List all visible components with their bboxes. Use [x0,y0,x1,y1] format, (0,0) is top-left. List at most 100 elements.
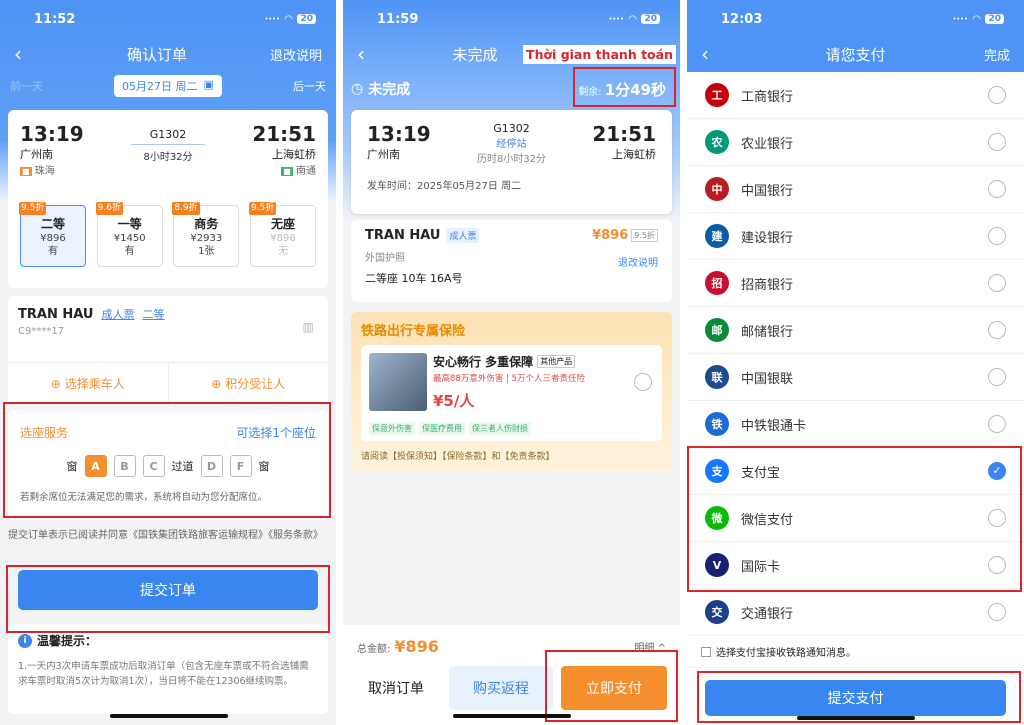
payment-option[interactable]: 中中国银行 [687,166,1024,213]
add-passenger-button[interactable]: ⊕ 选择乘车人 [8,363,169,404]
radio-icon[interactable] [988,274,1006,292]
date-picker[interactable]: 05月27日 周二 ▣ [114,75,222,97]
seat-class-price: ¥896 [40,233,66,244]
radio-icon[interactable] [988,368,1006,386]
seat-b[interactable]: B [113,455,136,477]
checked-radio-icon[interactable]: ✓ [988,462,1006,480]
train-card: 13:19 广州南 ■ 珠海 G1302 8小时32分 21:51 上海虹桥 ■… [8,110,328,288]
payment-option[interactable]: 邮邮储银行 [687,307,1024,354]
seat-d[interactable]: D [200,455,223,477]
insurance-name: 安心畅行 多重保障 [433,355,534,369]
points-transfer-button[interactable]: ⊕ 积分受让人 [169,363,329,404]
prev-day-button[interactable]: 前一天 [10,78,43,94]
radio-icon[interactable] [988,227,1006,245]
seat-class[interactable]: 二等 [142,306,164,322]
detail-toggle[interactable]: 明细 ^ [634,639,666,654]
done-button[interactable]: 完成 [980,45,1010,64]
seat-c[interactable]: C [142,455,165,477]
payment-option[interactable]: 建建设银行 [687,213,1024,260]
ticket-type[interactable]: 成人票 [101,306,134,322]
id-document: 外国护照 [365,253,405,264]
arrival-station[interactable]: 上海虹桥 [592,146,656,162]
seat-class-price: ¥2933 [190,233,223,244]
stop-badge: ■ [20,167,32,176]
radio-icon[interactable] [988,180,1006,198]
refund-rules-link[interactable]: 退改说明 [270,45,322,64]
seat-class-option[interactable]: 9.5折 二等 ¥896 有 [19,202,86,267]
insurance-tags: 保意外伤害 保医疗费用 保三者人伤财损 [369,422,531,435]
radio-icon[interactable] [988,133,1006,151]
seat-f[interactable]: F [229,455,252,477]
cancel-order-button[interactable]: 取消订单 [343,678,449,698]
back-arrow-icon[interactable]: ‹ [701,42,731,66]
pay-now-button[interactable]: 立即支付 [561,666,667,710]
train-number[interactable]: G1302 [477,122,546,135]
payment-option[interactable]: 铁中铁银通卡 [687,401,1024,448]
payment-option[interactable]: 支支付宝 ✓ [687,448,1024,495]
agreement-text[interactable]: 提交订单表示已阅读并同意《国铁集团铁路旅客运输规程》《服务条款》 [0,520,336,562]
plus-icon: ⊕ [211,376,222,391]
window-label: 窗 [258,460,270,473]
aisle-label: 过道 [171,460,194,473]
radio-icon[interactable] [988,86,1006,104]
radio-icon[interactable] [988,603,1006,621]
payment-option[interactable]: 交交通银行 [687,589,1024,636]
clock: 12:03 [721,11,763,27]
radio-icon[interactable] [988,556,1006,574]
payment-option-name: 支付宝 [741,465,781,481]
insurance-product[interactable]: 安心畅行 多重保障 其他产品 最高88万意外伤害 | 5万个人三者责任险 ¥5/人… [361,345,662,441]
radio-icon[interactable] [988,509,1006,527]
trash-icon[interactable]: ▥ [303,320,314,334]
departure-station[interactable]: 广州南 [367,146,431,162]
payment-option[interactable]: 联中国银联 [687,354,1024,401]
payment-option[interactable]: 农农业银行 [687,119,1024,166]
payment-option[interactable]: 工工商银行 [687,72,1024,119]
insurance-radio[interactable] [634,373,652,391]
payment-option-name: 中铁银通卡 [741,418,807,434]
passenger-name: TRAN HAU [18,306,94,322]
radio-icon[interactable] [988,321,1006,339]
confirm-order-screen: 11:52 ···· ◠ 20 ‹ 确认订单 退改说明 前一天 05月27日 周二 ▣… [0,0,336,725]
status-bar: 11:59 ···· ◠ 20 [343,0,680,38]
checkbox[interactable] [701,646,711,657]
insurance-tag: 保医疗费用 [419,422,465,435]
next-day-button[interactable]: 后一天 [293,78,326,94]
radio-icon[interactable] [988,415,1006,433]
train-number[interactable]: G1302 [131,128,205,141]
seat-class-price: ¥896 [270,233,296,244]
seat-a[interactable]: A [84,455,107,477]
detail-label: 明细 [634,643,655,654]
payment-option[interactable]: 招招商银行 [687,260,1024,307]
notify-option[interactable]: 选择支付宝接收铁路通知消息。 [687,636,1024,667]
seat-class-option[interactable]: 9.6折 一等 ¥1450 有 [95,202,163,267]
other-products-link[interactable]: 其他产品 [537,355,576,368]
stops-link[interactable]: 经停站 [477,135,546,150]
departure-date: 发车时间：2025年05月27日 周二 [367,181,522,192]
signal-icon: ···· [264,13,280,25]
payment-option[interactable]: 微微信支付 [687,495,1024,542]
battery-icon: 20 [985,14,1004,24]
seat-class-name: 一等 [117,217,142,231]
bank-list: 工工商银行农农业银行中中国银行建建设银行招招商银行邮邮储银行联中国银联铁中铁银通… [687,72,1024,636]
nav-bar: ‹ 未完成 Thời gian thanh toán [343,38,680,70]
bank-logo-icon: 中 [705,177,729,201]
departure-time: 13:19 [367,122,431,146]
seat-class-option[interactable]: 9.5折 无座 ¥896 无 [248,202,316,267]
refund-rules-link[interactable]: 退改说明 [618,254,658,269]
buy-return-button[interactable]: 购买返程 [449,666,553,710]
clock: 11:59 [377,11,419,27]
status-bar: 11:52 ···· ◠ 20 [0,0,336,38]
add-passenger-label: 选择乘车人 [64,377,125,391]
seat-class-option[interactable]: 8.9折 商务 ¥2933 1张 [172,202,240,267]
battery-icon: 20 [641,14,660,24]
payment-option[interactable]: V 国际卡 [687,542,1024,589]
insurance-terms[interactable]: 请阅读【投保须知】【保险条款】和【免责条款】 [361,449,662,462]
back-arrow-icon[interactable]: ‹ [14,42,44,66]
back-arrow-icon[interactable]: ‹ [357,42,387,66]
seat-class-list: 9.5折 二等 ¥896 有 9.6折 一等 ¥1450 有 8.9折 商务 ¥2933 1张 9.5折… [19,202,316,267]
payment-time-annotation: Thời gian thanh toán [523,44,676,64]
insurance-banner: 铁路出行专属保险 [361,324,466,339]
submit-order-button[interactable]: 提交订单 [18,570,318,610]
departure-sub: 珠海 [34,166,55,177]
submit-payment-button[interactable]: 提交支付 [705,680,1006,716]
